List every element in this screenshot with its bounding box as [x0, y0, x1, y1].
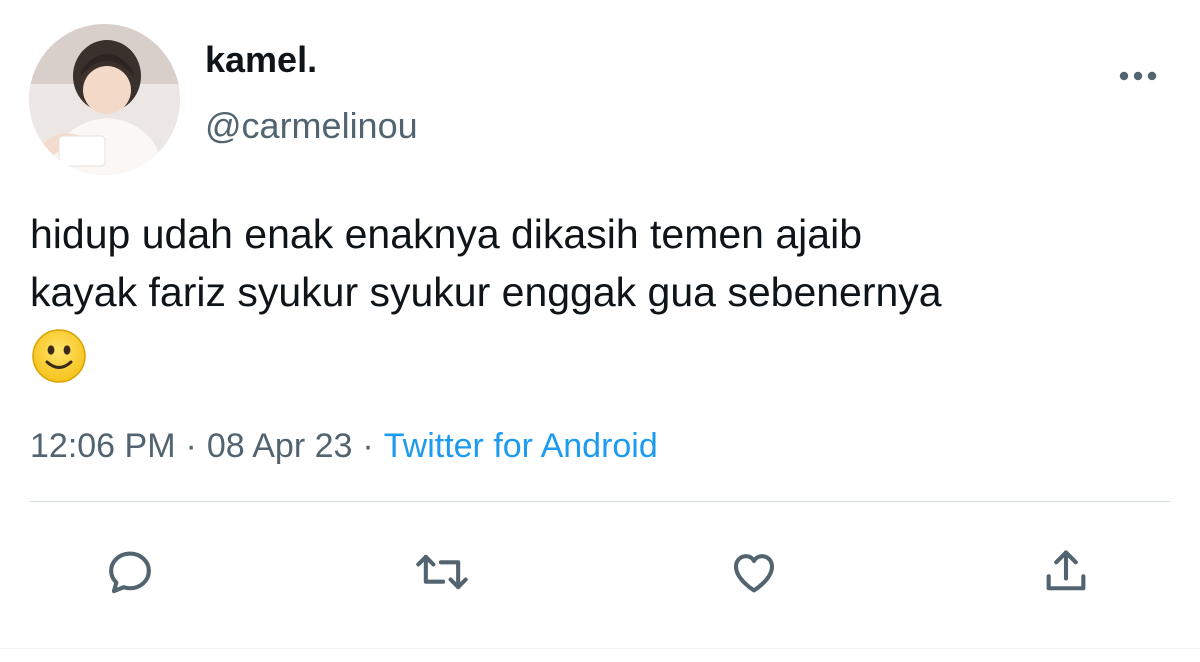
avatar[interactable]	[29, 24, 180, 175]
reply-icon	[109, 551, 151, 594]
tweet-time: 12:06 PM	[30, 427, 176, 465]
like-button[interactable]	[724, 542, 784, 602]
heart-icon	[733, 554, 775, 593]
tweet-date: 08 Apr 23	[206, 427, 353, 465]
more-options-button[interactable]	[1108, 56, 1168, 96]
share-button[interactable]	[1036, 542, 1096, 602]
more-horizontal-icon	[1119, 71, 1157, 81]
share-icon	[1046, 550, 1086, 591]
bottom-divider	[0, 648, 1200, 649]
display-name[interactable]: kamel.	[205, 38, 317, 82]
avatar-photo	[29, 24, 180, 175]
tweet-source-link[interactable]: Twitter for Android	[384, 427, 658, 465]
tweet-meta: 12:06 PM · 08 Apr 23 · Twitter for Android	[30, 424, 658, 468]
divider	[30, 501, 1170, 502]
tweet-text: hidup udah enak enaknya dikasih temen aj…	[30, 211, 942, 315]
reply-button[interactable]	[100, 542, 160, 602]
retweet-icon	[416, 554, 468, 590]
meta-separator: ·	[185, 427, 197, 465]
retweet-button[interactable]	[412, 542, 472, 602]
meta-separator: ·	[362, 427, 374, 465]
user-handle[interactable]: @carmelinou	[205, 104, 418, 148]
slightly-smiling-face-icon	[32, 329, 86, 383]
